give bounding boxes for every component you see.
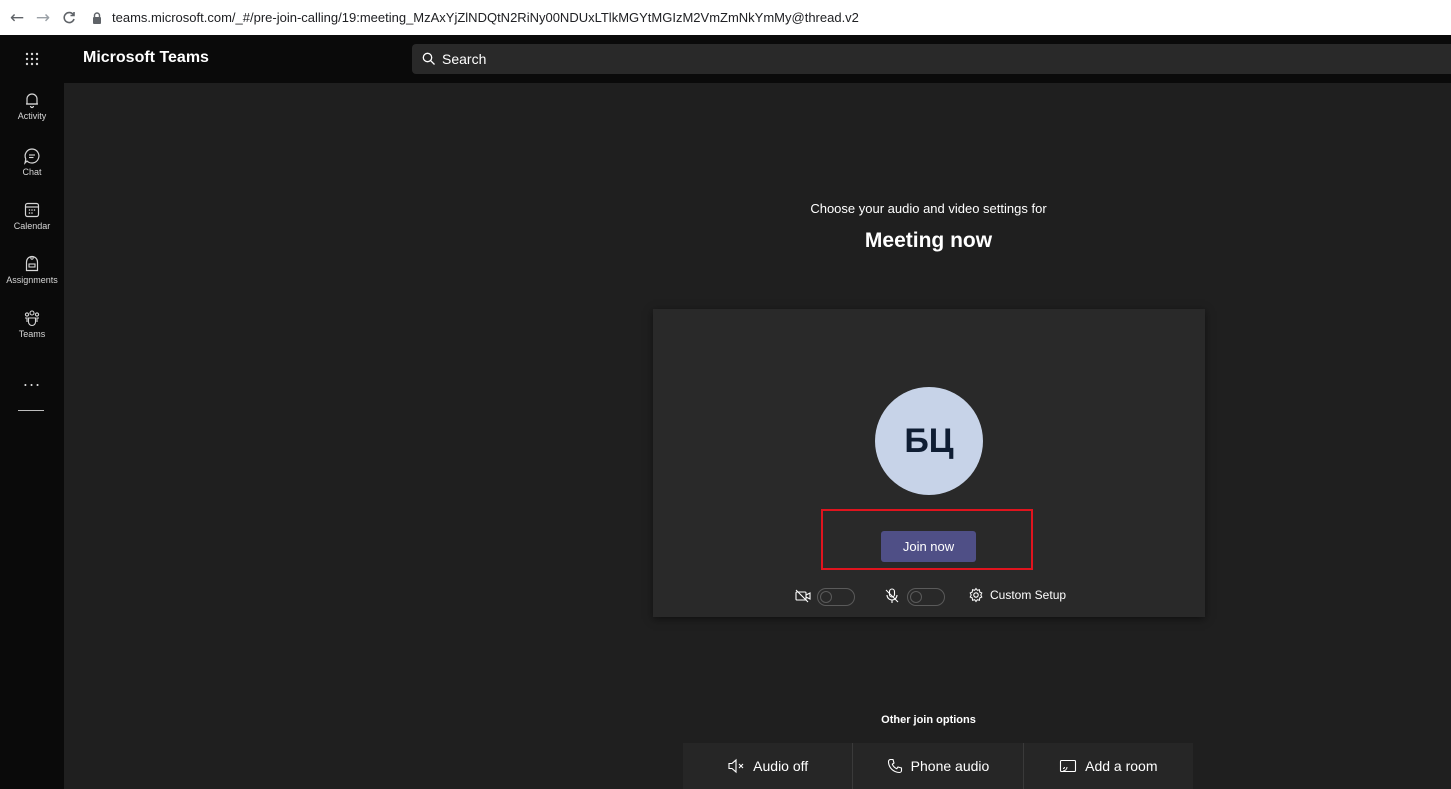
other-join-options: Audio off Phone audio Add a room (683, 743, 1193, 789)
audio-off-option[interactable]: Audio off (683, 743, 854, 789)
cast-icon (1060, 759, 1077, 773)
rail-item-label: Assignments (6, 275, 58, 285)
chat-icon (24, 148, 40, 165)
option-label: Audio off (753, 758, 809, 774)
teams-header: Microsoft Teams Search (0, 35, 1451, 83)
reload-icon[interactable] (56, 5, 82, 31)
speaker-off-icon (728, 758, 744, 774)
search-placeholder: Search (442, 51, 487, 67)
more-apps-button[interactable]: ... (0, 371, 64, 390)
assignments-icon (25, 255, 39, 272)
video-preview-card: БЦ Join now Custom Setup (653, 309, 1205, 617)
mic-off-icon (885, 588, 899, 603)
toggle-knob (910, 591, 922, 603)
other-join-options-label: Other join options (881, 714, 976, 726)
rail-item-label: Teams (18, 329, 46, 339)
phone-audio-option[interactable]: Phone audio (853, 743, 1024, 789)
forward-arrow-icon[interactable]: → (30, 5, 56, 31)
toggle-knob (820, 591, 832, 603)
prejoin-prompt: Choose your audio and video settings for (810, 201, 1047, 216)
search-input[interactable]: Search (412, 44, 1451, 74)
option-label: Add a room (1085, 758, 1158, 774)
gear-icon (969, 587, 983, 603)
url-text: teams.microsoft.com/_#/pre-join-calling/… (112, 10, 859, 25)
rail-item-chat[interactable]: Chat (0, 147, 64, 197)
rail-item-assignments[interactable]: Assignments (0, 255, 64, 305)
phone-icon (887, 758, 902, 774)
camera-off-icon (795, 589, 811, 603)
rail-item-label: Calendar (13, 221, 51, 231)
avatar: БЦ (875, 387, 983, 495)
app-rail: Activity Chat Calendar Assignments Teams… (0, 83, 64, 789)
app-launcher-icon[interactable] (0, 35, 64, 83)
rail-item-calendar[interactable]: Calendar (0, 201, 64, 251)
search-icon (422, 52, 435, 65)
rail-divider (18, 410, 44, 411)
prejoin-screen: Choose your audio and video settings for… (64, 83, 1451, 789)
rail-item-label: Chat (22, 167, 42, 177)
meeting-title: Meeting now (864, 229, 993, 252)
mic-toggle[interactable] (907, 588, 945, 606)
teams-icon (24, 310, 40, 327)
bell-icon (26, 93, 38, 109)
rail-item-teams[interactable]: Teams (0, 309, 64, 359)
device-controls: Custom Setup (653, 584, 1205, 608)
option-label: Phone audio (910, 758, 990, 774)
rail-item-activity[interactable]: Activity (0, 91, 64, 141)
camera-toggle[interactable] (817, 588, 855, 606)
browser-bar: ← → teams.microsoft.com/_#/pre-join-call… (0, 0, 1451, 35)
join-now-button[interactable]: Join now (881, 531, 976, 562)
custom-setup-label: Custom Setup (990, 588, 1067, 602)
lock-icon (93, 11, 101, 24)
app-title: Microsoft Teams (83, 49, 209, 66)
add-room-option[interactable]: Add a room (1024, 743, 1193, 789)
rail-item-label: Activity (17, 111, 47, 121)
calendar-icon (24, 202, 40, 218)
address-bar[interactable]: teams.microsoft.com/_#/pre-join-calling/… (90, 10, 859, 25)
back-arrow-icon[interactable]: ← (4, 5, 30, 31)
custom-setup-button[interactable]: Custom Setup (968, 587, 1066, 603)
